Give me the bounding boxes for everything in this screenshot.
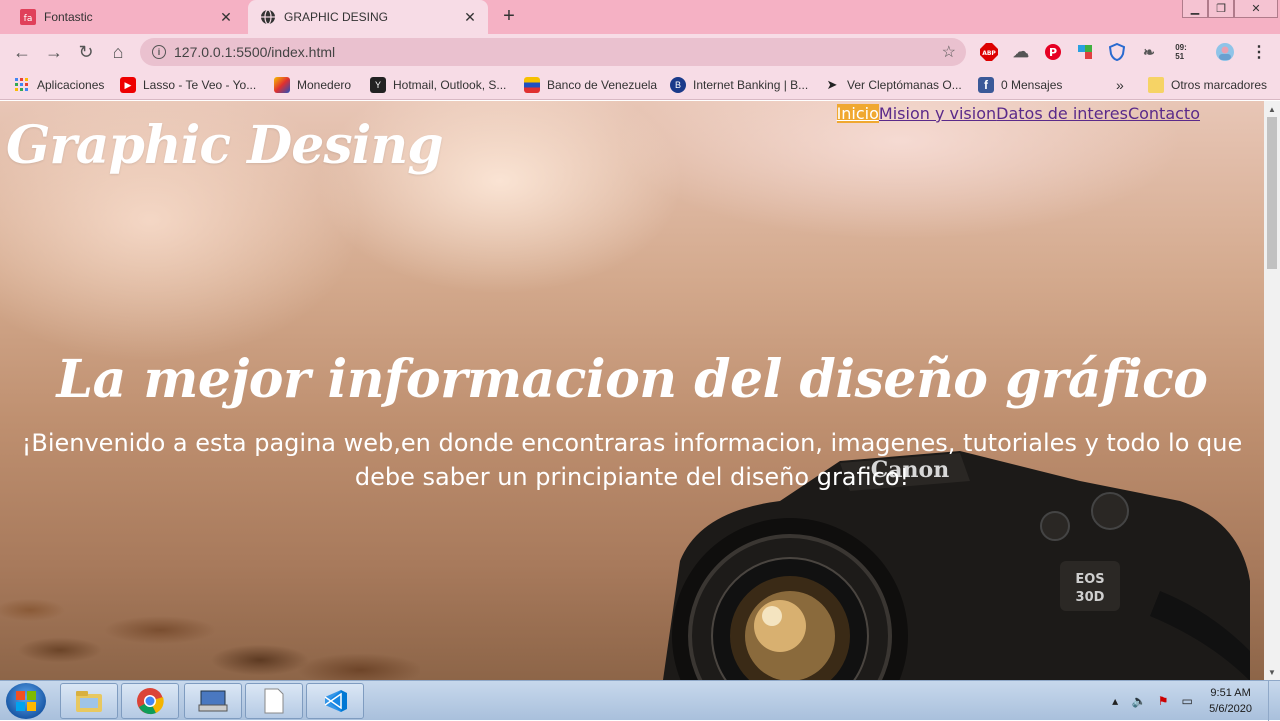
bank-icon xyxy=(524,77,540,93)
tray-expand-icon[interactable]: ▴ xyxy=(1105,691,1125,711)
leaves-background xyxy=(0,570,420,680)
bookmarks-bar: Aplicaciones ▶ Lasso - Te Veo - Yo... Mo… xyxy=(0,70,1280,100)
bookmark-banco-venezuela[interactable]: Banco de Venezuela xyxy=(524,76,657,94)
explorer-taskbar-icon[interactable] xyxy=(60,683,118,719)
movie-icon: ➤ xyxy=(826,77,838,92)
globe-icon xyxy=(260,9,276,25)
shield-icon[interactable] xyxy=(1107,42,1127,62)
bookmark-otros-marcadores[interactable]: Otros marcadores xyxy=(1148,76,1267,94)
nav-datos-interes[interactable]: Datos de interes xyxy=(996,104,1128,123)
keyboard-taskbar-icon[interactable] xyxy=(184,683,242,719)
window-controls: ▁ ❐ ✕ xyxy=(1182,0,1278,18)
minimize-icon[interactable]: ▁ xyxy=(1182,0,1208,18)
start-button-icon[interactable] xyxy=(6,683,46,719)
new-tab-icon[interactable]: + xyxy=(498,6,520,28)
pinterest-icon[interactable]: P xyxy=(1043,42,1063,62)
address-bar[interactable]: i 127.0.0.1:5500/index.html ☆ xyxy=(140,38,966,66)
nav-mision-vision[interactable]: Mision y vision xyxy=(879,104,996,123)
bookmark-label: 0 Mensajes xyxy=(1001,78,1063,92)
restore-icon[interactable]: ❐ xyxy=(1208,0,1234,18)
tab-fontastic[interactable]: fa Fontastic ✕ xyxy=(8,0,244,34)
bookmark-label: Banco de Venezuela xyxy=(547,78,658,92)
bookmark-label: Ver Cleptómanas O... xyxy=(847,78,962,92)
network-warning-icon[interactable]: ⚑ xyxy=(1153,691,1173,711)
close-tab-icon[interactable]: ✕ xyxy=(216,7,236,27)
bookmark-lasso[interactable]: ▶ Lasso - Te Veo - Yo... xyxy=(120,76,256,94)
camera-model-text: EOS xyxy=(1075,572,1104,587)
bookmark-label: Hotmail, Outlook, S... xyxy=(393,78,507,92)
bookmark-label: Otros marcadores xyxy=(1171,78,1268,92)
page-scrollbar[interactable]: ▲ ▼ xyxy=(1264,101,1280,680)
hotmail-icon: Y xyxy=(370,77,386,93)
bookmark-internet-banking[interactable]: B Internet Banking | B... xyxy=(670,76,808,94)
close-tab-icon[interactable]: ✕ xyxy=(460,7,480,27)
main-nav: Inicio Mision y vision Datos de interes … xyxy=(836,104,1200,123)
windows-taskbar: ▴ 🔈 ⚑ ▭ 9:51 AM 5/6/2020 xyxy=(0,680,1280,721)
volume-icon[interactable]: 🔈 xyxy=(1129,691,1149,711)
home-icon[interactable]: ⌂ xyxy=(106,40,130,64)
address-url[interactable]: 127.0.0.1:5500/index.html xyxy=(174,44,335,60)
svg-text:ABP: ABP xyxy=(982,50,996,57)
bookmark-label: Monedero xyxy=(297,78,352,92)
youtube-icon: ▶ xyxy=(120,77,136,93)
puzzle-extension-icon[interactable] xyxy=(1075,42,1095,62)
bookmark-label: Internet Banking | B... xyxy=(693,78,809,92)
tab-graphic-desing[interactable]: GRAPHIC DESING ✕ xyxy=(248,0,488,34)
bookmark-monedero[interactable]: Monedero xyxy=(274,76,351,94)
clock-extension-icon[interactable]: 09: 51 xyxy=(1171,42,1191,62)
bookmark-label: Aplicaciones xyxy=(37,78,105,92)
chrome-taskbar-icon[interactable] xyxy=(121,683,179,719)
adblock-plus-icon[interactable]: ABP xyxy=(979,42,999,62)
extension-leaf-icon[interactable]: ❧ xyxy=(1139,42,1159,62)
monedero-icon xyxy=(274,77,290,93)
bookmark-cleptomanas[interactable]: ➤ Ver Cleptómanas O... xyxy=(824,76,962,94)
system-tray: ▴ 🔈 ⚑ ▭ 9:51 AM 5/6/2020 xyxy=(1103,681,1280,721)
tab-title: Fontastic xyxy=(44,10,93,24)
back-arrow-icon[interactable]: ← xyxy=(10,40,34,64)
more-bookmarks-chevron-icon[interactable]: » xyxy=(1116,76,1124,94)
tab-title: GRAPHIC DESING xyxy=(284,10,389,24)
reload-icon[interactable]: ↻ xyxy=(74,40,98,64)
hero-subtitle: ¡Bienvenido a esta pagina web,en donde e… xyxy=(21,429,1243,491)
svg-text:P: P xyxy=(1049,46,1057,59)
facebook-icon: f xyxy=(978,77,994,93)
bookmark-star-icon[interactable]: ☆ xyxy=(942,42,956,62)
browser-tab-strip: fa Fontastic ✕ GRAPHIC DESING ✕ + ▁ ❐ ✕ xyxy=(0,0,1280,34)
bookmark-hotmail[interactable]: Y Hotmail, Outlook, S... xyxy=(370,76,506,94)
svg-text:30D: 30D xyxy=(1076,590,1105,605)
banking-icon: B xyxy=(670,77,686,93)
nav-inicio[interactable]: Inicio xyxy=(836,104,879,123)
forward-arrow-icon[interactable]: → xyxy=(42,40,66,64)
bookmark-label: Lasso - Te Veo - Yo... xyxy=(143,78,257,92)
page-viewport: Canon EOS 30D Graphic Desing Inicio Misi… xyxy=(0,101,1264,680)
vscode-taskbar-icon[interactable] xyxy=(306,683,364,719)
hero-title: La mejor informacion del diseño gráfico xyxy=(56,349,1208,410)
clock-time: 9:51 AM xyxy=(1210,687,1251,699)
document-taskbar-icon[interactable] xyxy=(245,683,303,719)
nav-contacto[interactable]: Contacto xyxy=(1128,104,1200,123)
close-window-icon[interactable]: ✕ xyxy=(1234,0,1278,18)
taskbar-clock[interactable]: 9:51 AM 5/6/2020 xyxy=(1209,685,1252,717)
clock-date: 5/6/2020 xyxy=(1209,703,1252,715)
profile-avatar-icon[interactable] xyxy=(1215,42,1235,62)
svg-text:fa: fa xyxy=(24,14,33,24)
brand-logo[interactable]: Graphic Desing xyxy=(6,115,444,176)
scrollbar-thumb[interactable] xyxy=(1267,117,1277,269)
show-desktop-button[interactable] xyxy=(1268,681,1280,721)
cloud-download-icon[interactable]: ☁ xyxy=(1011,42,1031,62)
fontastic-icon: fa xyxy=(20,9,36,25)
action-center-icon[interactable]: ▭ xyxy=(1177,691,1197,711)
menu-kebab-icon[interactable]: ⋮ xyxy=(1249,42,1269,62)
info-icon[interactable]: i xyxy=(152,45,166,59)
scroll-down-icon[interactable]: ▼ xyxy=(1264,664,1280,680)
scroll-up-icon[interactable]: ▲ xyxy=(1264,101,1280,117)
bookmark-aplicaciones[interactable]: Aplicaciones xyxy=(14,76,104,94)
apps-grid-icon xyxy=(14,77,30,93)
folder-icon xyxy=(1148,77,1164,93)
bookmark-facebook[interactable]: f 0 Mensajes xyxy=(978,76,1062,94)
